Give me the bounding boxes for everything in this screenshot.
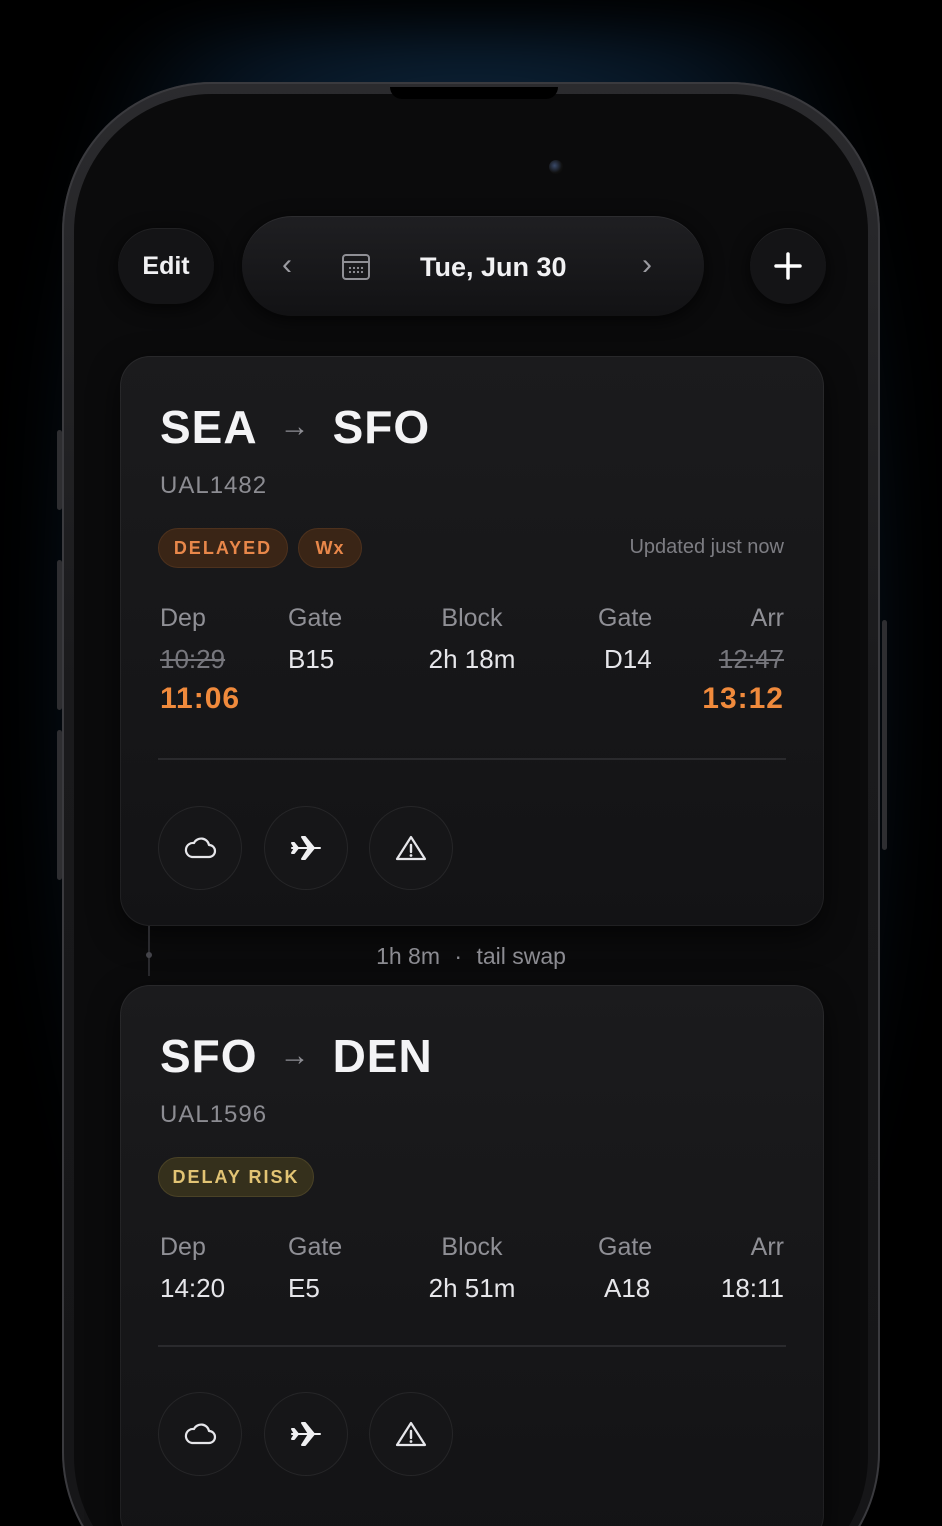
flight-card[interactable]: SEA → SFO UAL1482 DELAYED Wx Updated jus… bbox=[120, 356, 824, 926]
connection-info: 1h 8m · tail swap bbox=[0, 943, 942, 970]
cloud-icon bbox=[184, 837, 217, 859]
connection-note: tail swap bbox=[476, 943, 566, 969]
block-value: 2h 51m bbox=[428, 1273, 516, 1303]
route-arrow-icon: → bbox=[279, 410, 311, 443]
flight-number: UAL1482 bbox=[160, 472, 268, 499]
date-label[interactable]: Tue, Jun 30 bbox=[420, 252, 567, 283]
warning-icon bbox=[395, 835, 427, 861]
calendar-icon[interactable] bbox=[342, 254, 370, 280]
plus-icon bbox=[774, 252, 802, 280]
flight-details-button[interactable] bbox=[264, 806, 348, 890]
gate-dep-value: B15 bbox=[288, 644, 335, 674]
chevron-left-icon[interactable]: ‹ bbox=[282, 248, 292, 282]
gate-arr-value: A18 bbox=[604, 1273, 651, 1303]
date-navigator: ‹ Tue, Jun 30 › bbox=[242, 216, 704, 316]
destination-code: DEN bbox=[332, 1030, 433, 1082]
block-label: Block bbox=[441, 604, 503, 632]
airplane-icon bbox=[291, 1422, 321, 1446]
gate-arr-label: Gate bbox=[598, 604, 653, 632]
side-button-left-2 bbox=[57, 560, 62, 710]
gate-dep-value: E5 bbox=[288, 1273, 320, 1303]
connection-separator: · bbox=[454, 943, 463, 969]
arr-time: 18:11 bbox=[720, 1273, 784, 1303]
status-badge-delayed: DELAYED bbox=[158, 528, 288, 568]
flight-details-button[interactable] bbox=[264, 1392, 348, 1476]
status-badge-delay-risk: DELAY RISK bbox=[158, 1157, 314, 1197]
status-badge-weather: Wx bbox=[298, 528, 362, 568]
route: SFO → DEN bbox=[160, 1029, 433, 1083]
dep-scheduled-time: 10:29 bbox=[160, 644, 226, 674]
weather-button[interactable] bbox=[158, 806, 242, 890]
dep-new-time: 11:06 bbox=[160, 682, 241, 715]
gate-arr-value: D14 bbox=[604, 644, 652, 674]
destination-code: SFO bbox=[332, 401, 431, 453]
alerts-button[interactable] bbox=[369, 1392, 453, 1476]
side-button-left-3 bbox=[57, 730, 62, 880]
side-button-left-1 bbox=[57, 430, 62, 510]
edit-button[interactable]: Edit bbox=[118, 228, 214, 304]
flight-card[interactable]: SFO → DEN UAL1596 DELAY RISK Dep 14:20 G… bbox=[120, 985, 824, 1526]
warning-icon bbox=[395, 1421, 427, 1447]
gate-arr-label: Gate bbox=[598, 1233, 653, 1261]
dep-label: Dep bbox=[160, 1233, 206, 1261]
arr-label: Arr bbox=[750, 1233, 784, 1261]
chevron-right-icon[interactable]: › bbox=[642, 248, 652, 282]
alerts-button[interactable] bbox=[369, 806, 453, 890]
side-button-right bbox=[882, 620, 887, 850]
card-divider bbox=[158, 758, 786, 760]
add-flight-button[interactable] bbox=[750, 228, 826, 304]
block-value: 2h 18m bbox=[428, 644, 516, 674]
front-camera bbox=[549, 160, 563, 174]
arr-label: Arr bbox=[750, 604, 784, 632]
dep-label: Dep bbox=[160, 604, 206, 632]
connection-duration: 1h 8m bbox=[376, 943, 440, 969]
gate-dep-label: Gate bbox=[288, 1233, 343, 1261]
dynamic-island bbox=[390, 87, 558, 99]
card-divider bbox=[158, 1345, 786, 1347]
origin-code: SEA bbox=[160, 401, 258, 453]
dep-time: 14:20 bbox=[160, 1273, 226, 1303]
gate-dep-label: Gate bbox=[288, 604, 343, 632]
weather-button[interactable] bbox=[158, 1392, 242, 1476]
updated-timestamp: Updated just now bbox=[629, 536, 784, 558]
arr-scheduled-time: 12:47 bbox=[718, 644, 784, 674]
block-label: Block bbox=[441, 1233, 503, 1261]
route-arrow-icon: → bbox=[279, 1039, 311, 1072]
route: SEA → SFO bbox=[160, 400, 430, 454]
cloud-icon bbox=[184, 1423, 217, 1445]
origin-code: SFO bbox=[160, 1030, 258, 1082]
flight-number: UAL1596 bbox=[160, 1101, 268, 1128]
airplane-icon bbox=[291, 836, 321, 860]
arr-new-time: 13:12 bbox=[702, 682, 784, 715]
